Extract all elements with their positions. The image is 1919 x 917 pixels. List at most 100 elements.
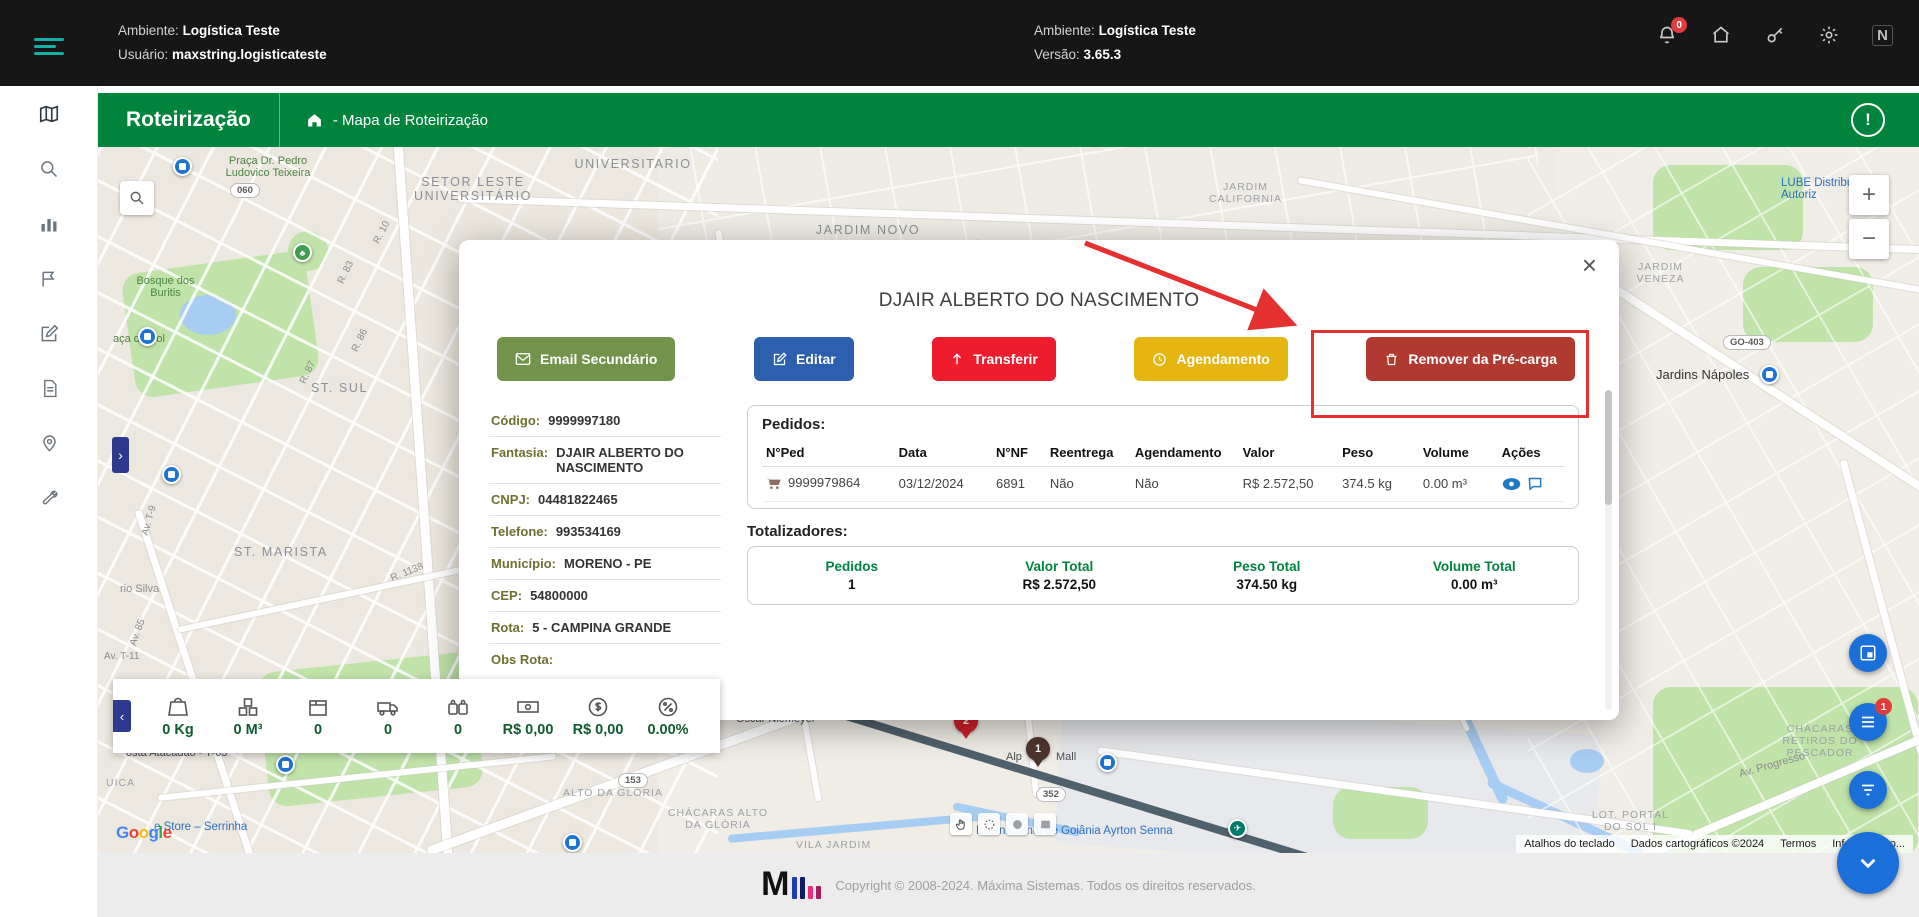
order-volume: 0.00 m³ [1419, 467, 1498, 502]
notifications-bell-icon[interactable]: 0 [1656, 24, 1678, 46]
sidebar-search-icon[interactable] [0, 141, 98, 196]
copyright-text: Copyright © 2008-2024. Máxima Sistemas. … [835, 878, 1255, 893]
weight-icon [166, 695, 190, 719]
list-fab[interactable]: 1 [1849, 703, 1887, 741]
scrollbar-thumb[interactable] [1605, 390, 1612, 505]
transfer-button[interactable]: Transferir [932, 337, 1056, 381]
detail-label: CEP: [491, 588, 522, 603]
totals-box: Pedidos 1 Valor Total R$ 2.572,50 Peso T… [747, 546, 1579, 605]
logo-letter: e [163, 823, 172, 842]
transit-marker[interactable] [173, 157, 192, 176]
transit-marker[interactable] [138, 327, 157, 346]
top-bar: Ambiente: Logística Teste Usuário: maxst… [0, 0, 1919, 86]
collapse-fab[interactable] [1837, 832, 1899, 894]
sidebar-map-icon[interactable] [0, 86, 98, 141]
terms-link[interactable]: Termos [1780, 838, 1816, 850]
totals-bar: ‹ 0 Kg 0 M³ 0 0 0 R$ 0,00 R$ 0,00 0.00% [113, 679, 720, 753]
detail-row: CNPJ:04481822465 [489, 484, 721, 516]
sidebar-chart-icon[interactable] [0, 196, 98, 251]
list-icon [1859, 713, 1877, 731]
transit-marker[interactable] [1098, 753, 1117, 772]
pin-number: 1 [1035, 743, 1041, 755]
stat-volume: 0 M³ [213, 695, 283, 738]
map-pin-1[interactable]: 1 [1026, 737, 1050, 761]
circle-tool-icon[interactable] [1006, 813, 1028, 835]
filter-icon [1859, 781, 1877, 799]
close-icon[interactable]: × [1582, 252, 1597, 278]
stat-value: R$ 0,00 [563, 722, 633, 738]
lasso-tool-icon[interactable] [978, 813, 1000, 835]
transit-marker[interactable] [563, 833, 582, 852]
map-label: LOT. PORTAL DO SOL I [1588, 809, 1673, 833]
user-label: Usuário: [118, 47, 168, 62]
stat-percent: 0.00% [633, 695, 703, 738]
total-volume: Volume Total 0.00 m³ [1371, 559, 1579, 592]
sidebar-routes-icon[interactable] [0, 251, 98, 306]
map-label: CHÁCARAS ALTO DA GLÓRIA [658, 807, 778, 831]
locality-marker[interactable] [1760, 365, 1779, 384]
search-icon [129, 190, 145, 206]
detail-row: Rota:5 - CAMPINA GRANDE [489, 612, 721, 644]
airport-marker[interactable]: ✈ [1228, 819, 1247, 838]
store-marker[interactable] [276, 755, 295, 774]
total-valor: Valor Total R$ 2.572,50 [956, 559, 1164, 592]
menu-toggle-icon[interactable] [34, 34, 64, 59]
transit-marker[interactable] [162, 465, 181, 484]
modal-scrollbar[interactable] [1605, 390, 1612, 710]
google-logo[interactable]: Google [116, 823, 172, 843]
rectangle-tool-icon[interactable] [1034, 813, 1056, 835]
button-label: Remover da Pré-carga [1408, 351, 1557, 367]
road-shield: 060 [230, 183, 260, 198]
button-label: Email Secundário [540, 351, 657, 367]
sidebar-document-icon[interactable] [0, 361, 98, 416]
zoom-out-button[interactable]: − [1849, 219, 1889, 259]
detail-label: Rota: [491, 620, 524, 635]
total-value: R$ 2.572,50 [956, 577, 1164, 592]
secondary-email-button[interactable]: Email Secundário [497, 337, 675, 381]
detail-value: 993534169 [556, 524, 621, 539]
customer-name-title: DJAIR ALBERTO DO NASCIMENTO [459, 290, 1619, 312]
left-sidebar [0, 86, 98, 917]
keyboard-shortcuts-link[interactable]: Atalhos do teclado [1524, 838, 1615, 850]
park-marker[interactable]: ♣ [293, 243, 312, 262]
sidebar-edit-icon[interactable] [0, 306, 98, 361]
environment-user-info: Ambiente: Logística Teste Usuário: maxst… [118, 19, 327, 68]
home-icon[interactable] [1710, 24, 1732, 46]
order-comments-icon[interactable] [1527, 476, 1543, 491]
settings-gear-icon[interactable] [1818, 24, 1840, 46]
breadcrumb-text: - Mapa de Roteirização [333, 112, 488, 129]
pan-tool-icon[interactable] [950, 813, 972, 835]
alert-button[interactable]: ! [1851, 103, 1885, 137]
schedule-button[interactable]: Agendamento [1134, 337, 1287, 381]
remove-precarga-button[interactable]: Remover da Pré-carga [1366, 337, 1575, 381]
sidebar-location-icon[interactable] [0, 416, 98, 471]
road-shield: GO-403 [1723, 335, 1771, 350]
road-shield: 153 [618, 773, 648, 788]
logo-letter: G [116, 823, 129, 842]
zoom-in-button[interactable]: + [1849, 175, 1889, 215]
total-value: 374.50 kg [1163, 577, 1371, 592]
chevron-down-icon [1855, 850, 1881, 876]
stat-value-total: R$ 0,00 [493, 695, 563, 738]
envelope-icon [515, 351, 531, 367]
logo-letter: o [129, 823, 139, 842]
view-order-icon[interactable] [1502, 477, 1521, 491]
map-overlay-fab[interactable] [1849, 634, 1887, 672]
brand-n-icon[interactable]: N [1872, 25, 1893, 46]
map-label: UICA [106, 777, 135, 789]
sidebar-tools-icon[interactable] [0, 471, 98, 526]
stat-value: 0 M³ [213, 722, 283, 738]
page-title: Roteirização [98, 108, 279, 132]
env2-value: Logística Teste [1099, 23, 1196, 38]
map-search-button[interactable] [120, 181, 154, 215]
detail-row: Fantasia:DJAIR ALBERTO DO NASCIMENTO [489, 437, 721, 484]
collapse-totals-chevron[interactable]: ‹ [113, 700, 131, 732]
key-icon[interactable] [1764, 24, 1786, 46]
logo-letter: g [149, 823, 159, 842]
overlay-icon [1859, 644, 1877, 662]
col-reentrega: Reentrega [1046, 439, 1131, 467]
filter-fab[interactable] [1849, 771, 1887, 809]
stat-freight: R$ 0,00 [563, 695, 633, 738]
edit-button[interactable]: Editar [754, 337, 854, 381]
expand-panel-chevron[interactable]: › [112, 437, 129, 473]
